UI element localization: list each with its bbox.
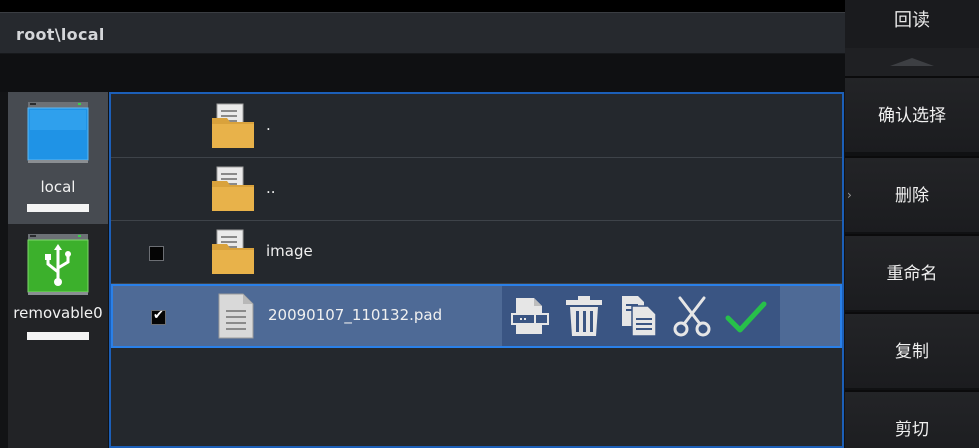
drive-label-removable0: removable0 — [13, 304, 103, 322]
delete-icon[interactable] — [562, 294, 606, 338]
current-path: root\local — [16, 25, 105, 44]
check-icon: ✔ — [153, 308, 164, 323]
chevron-right-icon: › — [847, 188, 852, 202]
drive-item-local[interactable]: local — [8, 92, 108, 224]
menu-scroll-up[interactable] — [845, 48, 979, 76]
file-row-selected[interactable]: ✔ 20090107_110132.pad — [111, 284, 842, 348]
file-name: .. — [266, 179, 276, 197]
row-checkbox-checked[interactable]: ✔ — [151, 308, 166, 325]
drive-capacity-bar — [27, 332, 89, 340]
folder-icon — [212, 229, 254, 274]
row-action-bar — [502, 286, 780, 346]
path-bar: root\local — [0, 12, 845, 54]
document-icon — [218, 293, 254, 339]
file-row-current-dir[interactable]: . — [111, 94, 842, 158]
cut-icon[interactable] — [670, 294, 714, 338]
rename-icon[interactable] — [508, 294, 552, 338]
file-row-parent-dir[interactable]: .. — [111, 157, 842, 221]
toolbar-strip — [0, 54, 845, 92]
menu-item-rename[interactable]: 重命名 — [845, 234, 979, 310]
file-name: image — [266, 242, 313, 260]
file-name: 20090107_110132.pad — [268, 306, 443, 324]
drive-capacity-bar — [27, 204, 89, 212]
side-menu: 回读 确认选择 删除 重命名 复制 剪切 › — [845, 0, 979, 448]
file-row-image[interactable]: image — [111, 220, 842, 284]
menu-item-delete[interactable]: 删除 — [845, 156, 979, 232]
top-strip — [0, 0, 845, 12]
drive-item-removable0[interactable]: removable0 — [8, 228, 108, 360]
file-name: . — [266, 116, 271, 134]
row-checkbox[interactable] — [149, 246, 164, 261]
menu-item-cut[interactable]: 剪切 — [845, 390, 979, 448]
confirm-icon[interactable] — [724, 294, 768, 338]
folder-icon — [212, 166, 254, 211]
usb-drive-icon — [27, 234, 89, 295]
menu-item-copy[interactable]: 复制 — [845, 312, 979, 388]
copy-icon[interactable] — [616, 294, 660, 338]
drive-list: local removable0 — [8, 92, 108, 448]
drive-label-local: local — [40, 178, 76, 196]
folder-icon — [212, 103, 254, 148]
menu-title-back[interactable]: 回读 — [845, 0, 979, 48]
menu-item-confirm-selection[interactable]: 确认选择 — [845, 76, 979, 152]
monitor-drive-icon — [27, 102, 89, 163]
arrow-up-icon — [890, 58, 934, 66]
file-list: . .. image ✔ 20090107_110132.pad — [109, 92, 844, 448]
